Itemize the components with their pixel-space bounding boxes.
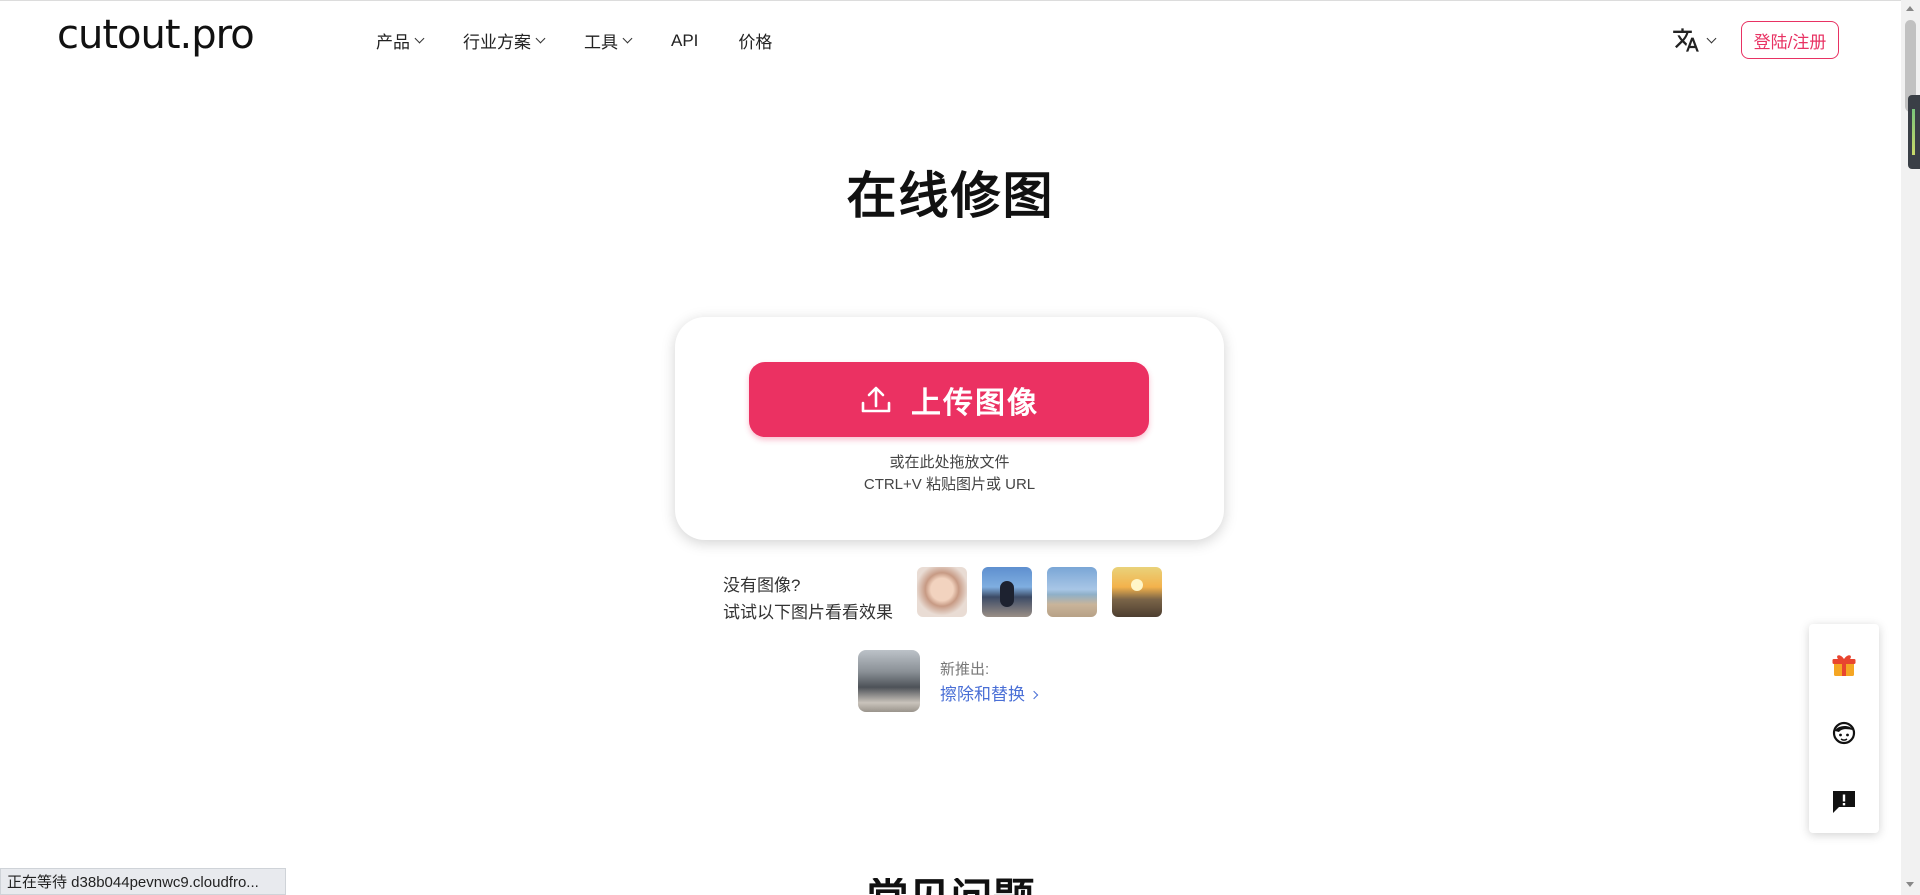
sample-images-prompt: 没有图像? 试试以下图片看看效果 (723, 572, 893, 626)
support-agent-icon (1832, 721, 1856, 745)
login-register-button[interactable]: 登陆/注册 (1741, 21, 1839, 59)
edge-widget[interactable] (1908, 95, 1920, 169)
sample-image-beach[interactable] (1047, 567, 1097, 617)
erase-replace-link-text: 擦除和替换 (940, 685, 1025, 704)
sample-prompt-line1: 没有图像? (723, 576, 801, 595)
customer-support-button[interactable] (1809, 708, 1879, 758)
nav-item-solutions[interactable]: 行业方案 (463, 28, 546, 53)
site-header: cutout.pro 产品 行业方案 工具 API 价格 登陆/注册 (0, 0, 1901, 80)
feedback-icon (1833, 791, 1855, 813)
nav-item-pricing[interactable]: 价格 (738, 28, 772, 53)
nav-item-products[interactable]: 产品 (376, 28, 425, 53)
chevron-down-icon (1706, 33, 1717, 43)
upload-card[interactable]: 上传图像 或在此处拖放文件 CTRL+V 粘贴图片或 URL (675, 317, 1224, 540)
chevron-right-icon (1029, 690, 1039, 700)
language-switcher[interactable] (1672, 26, 1717, 54)
chevron-down-icon (414, 33, 425, 44)
upload-icon (861, 386, 891, 412)
upload-image-button[interactable]: 上传图像 (749, 362, 1149, 437)
drop-hint: 或在此处拖放文件 (889, 454, 1010, 471)
scroll-down-arrow-icon[interactable] (1906, 882, 1914, 887)
paste-hint: CTRL+V 粘贴图片或 URL (863, 476, 1036, 493)
nav-item-label: 产品 (376, 33, 410, 52)
sample-image-portrait[interactable] (917, 567, 967, 617)
main-nav: 产品 行业方案 工具 API 价格 (376, 28, 812, 53)
sample-image-sunset[interactable] (1112, 567, 1162, 617)
sample-image-street[interactable] (982, 567, 1032, 617)
chevron-down-icon (622, 33, 633, 44)
gift-icon (1832, 655, 1856, 676)
nav-item-label: 价格 (738, 33, 773, 52)
translate-icon (1673, 28, 1699, 52)
nav-item-api[interactable]: API (671, 31, 698, 51)
chevron-down-icon (535, 33, 546, 44)
nav-item-label: API (671, 30, 699, 50)
nav-item-tools[interactable]: 工具 (584, 28, 633, 53)
new-feature-label: 新推出: (940, 661, 990, 678)
browser-status-bar: 正在等待 d38b044pevnwc9.cloudfro... (0, 868, 286, 895)
floating-side-panel (1809, 624, 1879, 833)
gift-button[interactable] (1809, 640, 1879, 690)
nav-item-label: 行业方案 (463, 33, 531, 52)
page-title: 在线修图 (846, 168, 1055, 224)
feedback-button[interactable] (1809, 776, 1879, 826)
erase-replace-link[interactable]: 擦除和替换 (940, 680, 1039, 705)
sample-prompt-line2: 试试以下图片看看效果 (723, 603, 893, 622)
upload-button-label: 上传图像 (911, 386, 1039, 420)
new-feature-thumbnail[interactable] (858, 650, 920, 712)
nav-item-label: 工具 (584, 33, 618, 52)
scroll-up-arrow-icon[interactable] (1906, 6, 1914, 11)
logo[interactable]: cutout.pro (57, 12, 255, 58)
